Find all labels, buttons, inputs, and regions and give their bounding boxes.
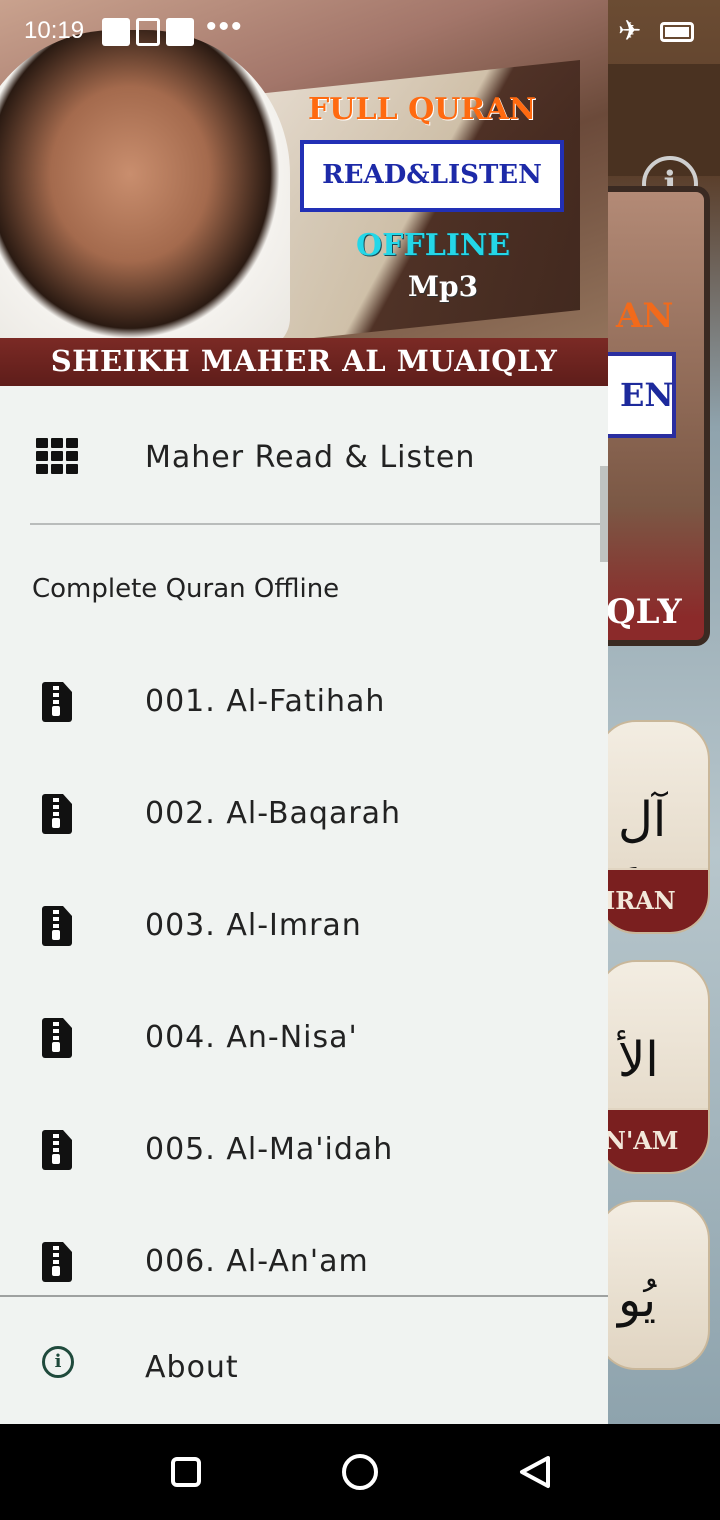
zip-file-icon: [36, 1242, 78, 1284]
header-title: FULL QURAN: [308, 92, 537, 127]
drawer-item-maher-read-listen[interactable]: Maher Read & Listen: [0, 402, 608, 514]
reciter-name: SHEIKH MAHER AL MUAIQLY: [50, 344, 558, 378]
banner-box-text: EN: [620, 376, 674, 414]
drawer-item-surah[interactable]: 001. Al-Fatihah: [0, 646, 608, 758]
zip-file-icon: [36, 906, 78, 948]
zip-file-icon: [36, 1018, 78, 1060]
reciter-name-strip: SHEIKH MAHER AL MUAIQLY: [0, 338, 608, 386]
surah-card-band-text: N'AM: [604, 1126, 679, 1155]
back-button[interactable]: [518, 1455, 552, 1489]
section-header: Complete Quran Offline: [32, 574, 340, 604]
drawer-item-about[interactable]: i About: [0, 1298, 608, 1424]
zip-file-icon: [36, 794, 78, 836]
reciter-portrait: [0, 30, 290, 350]
drawer-item-label: 006. Al-An'am: [145, 1244, 369, 1279]
recents-button[interactable]: [171, 1457, 201, 1487]
surah-card-arabic: يُو: [618, 1272, 657, 1328]
drawer-item-surah[interactable]: 002. Al-Baqarah: [0, 758, 608, 870]
drawer-item-surah[interactable]: 005. Al-Ma'idah: [0, 1094, 608, 1206]
header-mp3: Mp3: [408, 270, 479, 303]
drawer-item-label: 001. Al-Fatihah: [145, 684, 386, 719]
header-offline: OFFLINE: [356, 228, 511, 263]
banner-name-text: QLY: [606, 592, 682, 632]
surah-card-arabic: الأ: [618, 1032, 659, 1088]
notification-icon: [166, 18, 194, 46]
status-bar: 10:19 ••• ✈: [0, 0, 720, 64]
surah-card[interactable]: آل ع IRAN: [596, 720, 710, 934]
drawer-item-label: 004. An-Nisa': [145, 1020, 358, 1055]
surah-card-band-text: IRAN: [604, 886, 676, 915]
zip-file-icon: [36, 1130, 78, 1172]
banner-text: AN: [616, 296, 674, 336]
surah-card[interactable]: يُو: [596, 1200, 710, 1370]
header-read-listen: READ&LISTEN: [322, 160, 542, 190]
info-icon: i: [36, 1340, 78, 1382]
surah-card-band: N'AM: [598, 1108, 708, 1172]
header-read-listen-box: READ&LISTEN: [300, 140, 564, 212]
airplane-mode-icon: ✈: [618, 14, 642, 47]
drawer-item-label: 005. Al-Ma'idah: [145, 1132, 394, 1167]
home-button[interactable]: [342, 1454, 378, 1490]
more-notifications-icon: •••: [206, 10, 244, 43]
surah-card-band: IRAN: [598, 868, 708, 932]
divider: [0, 1295, 608, 1297]
drawer-item-label: 002. Al-Baqarah: [145, 796, 402, 831]
status-time: 10:19: [24, 17, 85, 44]
drawer-item-label: About: [145, 1350, 239, 1385]
surah-card[interactable]: الأ N'AM: [596, 960, 710, 1174]
scrollbar[interactable]: [600, 466, 608, 562]
drawer-item-label: 003. Al-Imran: [145, 908, 362, 943]
battery-saver-icon: [136, 18, 160, 46]
grid-icon: [36, 438, 78, 480]
drawer-item-surah[interactable]: 003. Al-Imran: [0, 870, 608, 982]
drawer-item-label: Maher Read & Listen: [145, 440, 476, 475]
drawer-item-surah[interactable]: 004. An-Nisa': [0, 982, 608, 1094]
zip-file-icon: [36, 682, 78, 724]
notification-icon: [102, 18, 130, 46]
divider: [30, 523, 600, 525]
navigation-drawer: FULL QURAN READ&LISTEN OFFLINE Mp3 SHEIK…: [0, 0, 608, 1424]
battery-icon: [660, 22, 694, 42]
